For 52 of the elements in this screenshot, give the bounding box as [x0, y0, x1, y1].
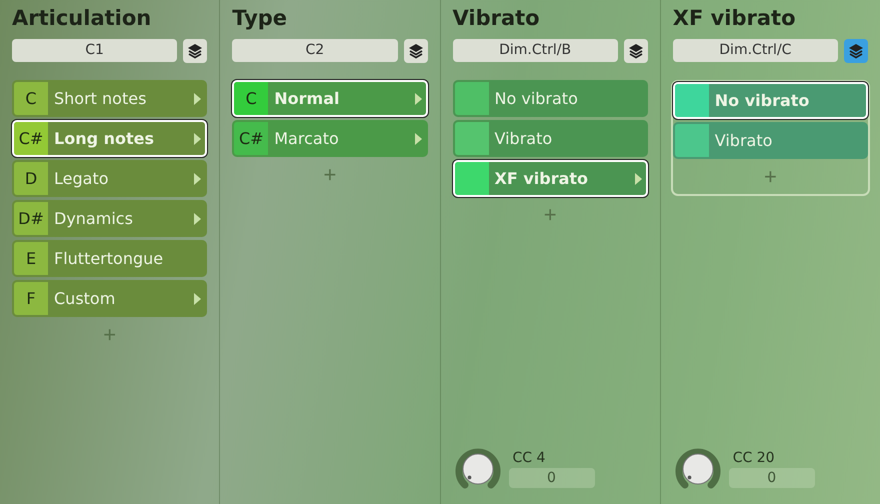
list-item[interactable]: C Normal — [232, 80, 428, 117]
key-label: C — [234, 82, 268, 115]
layers-icon — [848, 43, 864, 59]
value-field[interactable]: 0 — [508, 468, 594, 488]
column-title: Articulation — [12, 6, 152, 32]
key-label: D — [14, 162, 48, 195]
list-item[interactable]: Vibrato — [452, 120, 648, 157]
item-label: No vibrato — [494, 89, 579, 108]
trigger-field[interactable]: C2 — [232, 39, 398, 62]
column-title: Vibrato — [452, 6, 541, 32]
key-label: C — [14, 82, 48, 115]
item-label: XF vibrato — [494, 169, 590, 188]
list-item[interactable]: D# Dynamics — [12, 200, 208, 237]
list-item[interactable]: D Legato — [12, 160, 208, 197]
item-label: Vibrato — [494, 129, 554, 148]
layers-button[interactable] — [624, 39, 648, 63]
layers-button[interactable] — [404, 39, 428, 63]
column-title: Type — [232, 6, 288, 32]
list-item[interactable]: E Fluttertongue — [12, 240, 208, 277]
layers-icon — [187, 43, 204, 59]
key-label: F — [14, 282, 48, 315]
item-label: Custom — [53, 289, 116, 308]
layers-icon — [408, 43, 424, 59]
key-label: D# — [14, 202, 48, 235]
list-item[interactable]: C Short notes — [12, 80, 208, 117]
item-label: Short notes — [53, 89, 148, 108]
list-item[interactable]: C# Long notes — [12, 120, 208, 157]
item-label: No vibrato — [714, 91, 810, 110]
item-label: Legato — [53, 169, 110, 188]
layers-button[interactable] — [183, 39, 208, 63]
key-label: C# — [234, 122, 268, 155]
list-item[interactable]: C# Marcato — [232, 120, 428, 157]
item-label: Normal — [273, 89, 340, 108]
cc-label: CC 4 — [512, 450, 546, 466]
trigger-field[interactable]: C1 — [12, 39, 178, 62]
item-label: Long notes — [53, 129, 156, 148]
item-label: Dynamics — [53, 209, 134, 228]
list-item[interactable]: F Custom — [12, 280, 208, 317]
item-label: Marcato — [273, 129, 340, 148]
layers-icon — [628, 43, 644, 59]
cc-label: CC 20 — [732, 450, 776, 466]
trigger-field[interactable]: Dim.Ctrl/C — [672, 39, 838, 62]
value-field[interactable]: 0 — [728, 468, 815, 488]
item-label: Vibrato — [714, 131, 774, 150]
key-label: C# — [14, 122, 48, 155]
list-item[interactable]: XF vibrato — [452, 160, 648, 197]
item-label: Fluttertongue — [53, 249, 164, 268]
key-label: E — [14, 242, 48, 275]
trigger-field[interactable]: Dim.Ctrl/B — [452, 39, 618, 62]
list-item[interactable]: No vibrato — [452, 80, 648, 117]
layers-button[interactable] — [844, 39, 868, 63]
column-title: XF vibrato — [672, 6, 797, 32]
